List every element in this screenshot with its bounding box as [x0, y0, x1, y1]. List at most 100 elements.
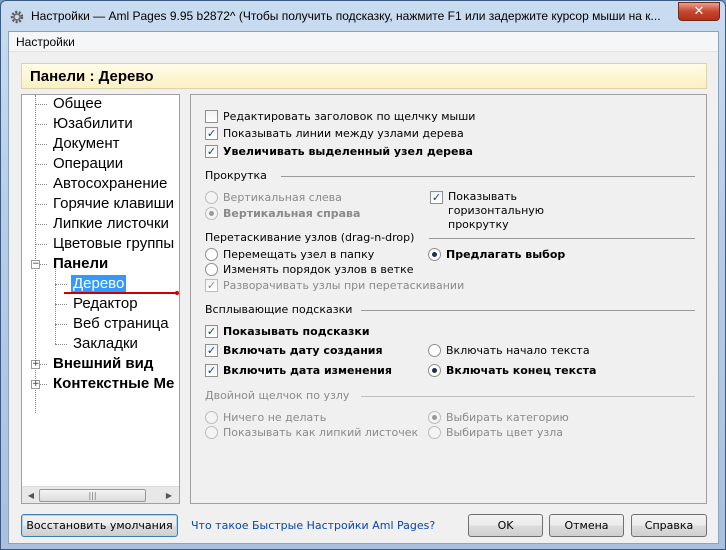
show-lines-label: Показывать линии между узлами дерева [223, 127, 464, 140]
do-nothing-label: Ничего не делать [223, 411, 327, 424]
page-title: Панели : Дерево [30, 68, 154, 85]
tree-item-document[interactable]: Документ [53, 135, 120, 152]
tree-item-sticky-notes[interactable]: Липкие листочки [53, 215, 169, 232]
edit-title-label: Редактировать заголовок по щелчку мыши [223, 110, 476, 123]
options-panel: Редактировать заголовок по щелчку мыши ✓… [190, 94, 707, 504]
drop-indicator-end [175, 291, 179, 295]
tree-item-hotkeys[interactable]: Горячие клавиши [53, 195, 174, 212]
move-to-folder-label: Перемещать узел в папку [223, 248, 375, 261]
tree-line [35, 184, 47, 185]
choose-color-label: Выбирать цвет узла [446, 426, 564, 439]
tree-line [35, 204, 47, 205]
tree-line [35, 164, 47, 165]
window-title: Настройки — Aml Pages 9.95 b2872^ (Чтобы… [31, 9, 661, 23]
offer-choice-radio[interactable] [428, 248, 441, 261]
expand-toggle[interactable]: + [31, 380, 40, 389]
tree-line [35, 144, 47, 145]
doubleclick-group-title: Двойной щелчок по узлу [205, 389, 350, 402]
help-button[interactable]: Справка [631, 514, 707, 537]
scroll-group-title: Прокрутка [205, 169, 267, 182]
tree-line [35, 244, 47, 245]
tree-item-general[interactable]: Общее [53, 95, 102, 112]
menu-bar: Настройки [9, 32, 718, 52]
tree-line [40, 384, 47, 385]
include-created-label: Включать дату создания [223, 344, 383, 357]
move-to-folder-radio[interactable] [205, 248, 218, 261]
tree-item-usability[interactable]: Юзабилити [53, 115, 133, 132]
tree-item-editor[interactable]: Редактор [73, 295, 138, 312]
offer-choice-label: Предлагать выбор [446, 248, 566, 261]
include-created-checkbox[interactable]: ✓ [205, 344, 218, 357]
scroll-right-icon[interactable]: ▶ [162, 489, 176, 502]
include-text-start-radio[interactable] [428, 344, 441, 357]
enlarge-selected-checkbox[interactable]: ✓ [205, 145, 218, 158]
show-tooltips-label: Показывать подсказки [223, 325, 370, 338]
horizontal-scrollbar[interactable]: ◀ ||| ▶ [22, 486, 179, 503]
show-as-sticky-label: Показывать как липкий листочек [223, 426, 419, 439]
tree-item-panels[interactable]: Панели [53, 255, 108, 272]
include-text-end-radio[interactable] [428, 364, 441, 377]
dragdrop-group-title: Перетаскивание узлов (drag-n-drop) [205, 231, 415, 244]
tree-line [55, 324, 67, 325]
group-divider [429, 238, 695, 239]
show-as-sticky-radio [205, 426, 218, 439]
tree-line [35, 104, 47, 105]
tree-item-bookmarks[interactable]: Закладки [73, 335, 138, 352]
client-area: Настройки Панели : Дерево − + + Общее Юз… [8, 31, 719, 544]
choose-category-label: Выбирать категорию [446, 411, 569, 424]
ok-button[interactable]: OK [468, 514, 543, 537]
expand-on-drag-checkbox: ✓ [205, 279, 218, 292]
drop-indicator-line [64, 292, 176, 294]
include-modified-checkbox[interactable]: ✓ [205, 364, 218, 377]
settings-tree[interactable]: − + + Общее Юзабилити Документ Операции … [21, 94, 180, 504]
tree-line [55, 284, 67, 285]
collapse-toggle[interactable]: − [31, 260, 40, 269]
scrollbar-thumb[interactable]: ||| [39, 489, 146, 502]
include-text-start-label: Включать начало текста [446, 344, 590, 357]
show-tooltips-checkbox[interactable]: ✓ [205, 325, 218, 338]
close-button[interactable]: ✕ [678, 2, 720, 21]
expand-on-drag-label: Разворачивать узлы при перетаскивании [223, 279, 465, 292]
choose-color-radio [428, 426, 441, 439]
title-bar: Настройки — Aml Pages 9.95 b2872^ (Чтобы… [1, 1, 725, 31]
tree-line [55, 269, 56, 344]
include-text-end-label: Включать конец текста [446, 364, 597, 377]
expand-toggle[interactable]: + [31, 360, 40, 369]
enlarge-selected-label: Увеличивать выделенный узел дерева [223, 145, 473, 158]
group-divider [361, 396, 695, 397]
choose-category-radio [428, 411, 441, 424]
vertical-right-label: Вертикальная справа [223, 207, 361, 220]
show-horizontal-checkbox[interactable]: ✓ [430, 191, 443, 204]
tooltips-group-title: Всплывающие подсказки [205, 303, 353, 316]
vertical-left-radio [205, 191, 218, 204]
tree-item-web-page[interactable]: Веб страница [73, 315, 169, 332]
menu-item-settings[interactable]: Настройки [16, 35, 75, 49]
tree-line [40, 264, 47, 265]
group-divider [281, 176, 695, 177]
scroll-left-icon[interactable]: ◀ [24, 489, 38, 502]
tree-item-color-groups[interactable]: Цветовые группы [53, 235, 174, 252]
reorder-radio[interactable] [205, 263, 218, 276]
tree-item-context-menus[interactable]: Контекстные Ме [53, 375, 174, 392]
tree-line [35, 124, 47, 125]
restore-defaults-button[interactable]: Восстановить умолчания [21, 514, 178, 537]
vertical-right-radio [205, 207, 218, 220]
include-modified-label: Включить дата изменения [223, 364, 392, 377]
tree-item-appearance[interactable]: Внешний вид [53, 355, 153, 372]
tree-line [55, 304, 67, 305]
tree-line [40, 364, 47, 365]
tree-item-operations[interactable]: Операции [53, 155, 123, 172]
edit-title-checkbox[interactable] [205, 110, 218, 123]
settings-window: Настройки — Aml Pages 9.95 b2872^ (Чтобы… [0, 0, 726, 550]
tree-item-autosave[interactable]: Автосохранение [53, 175, 167, 192]
panel-header: Панели : Дерево [21, 63, 707, 89]
vertical-left-label: Вертикальная слева [223, 191, 342, 204]
gear-icon [9, 9, 25, 25]
tree-item-tree[interactable]: Дерево [71, 275, 127, 292]
show-lines-checkbox[interactable]: ✓ [205, 127, 218, 140]
cancel-button[interactable]: Отмена [549, 514, 624, 537]
group-divider [361, 310, 695, 311]
quick-settings-help-link[interactable]: Что такое Быстрые Настройки Aml Pages? [191, 519, 435, 532]
tree-line [55, 344, 67, 345]
show-horizontal-label: Показывать горизонтальную прокрутку [448, 190, 545, 231]
